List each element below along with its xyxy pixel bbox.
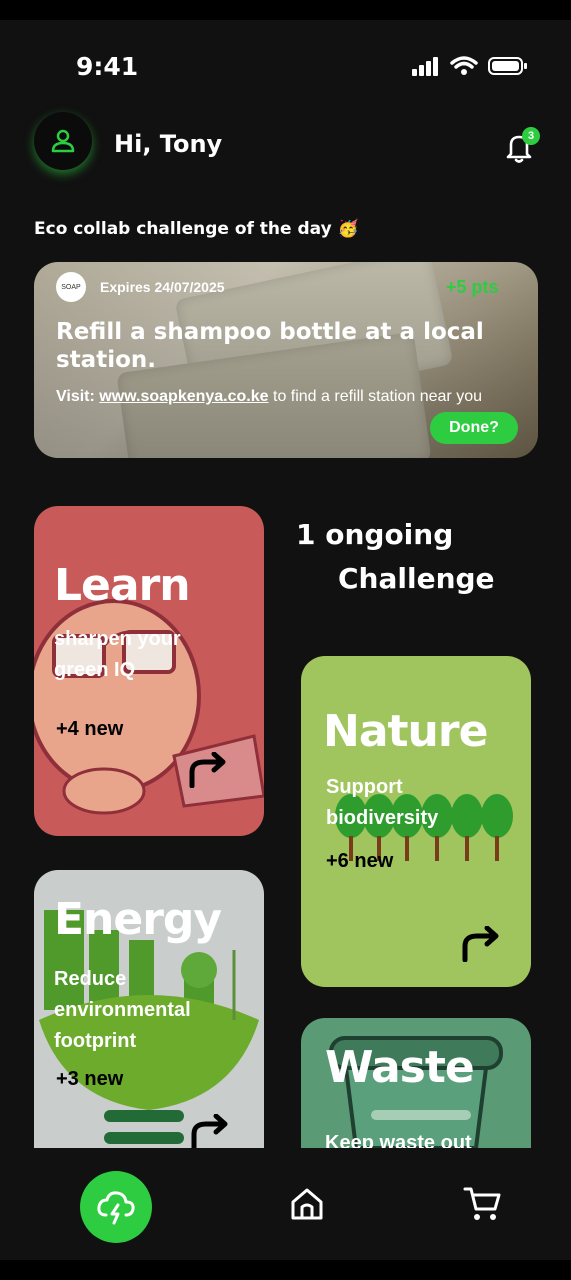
home-icon[interactable] [288,1185,326,1223]
app-screen: 9:41 Hi, Tony 3 Eco collab challenge of … [0,20,571,1260]
nav-eco-action-button[interactable] [80,1171,152,1243]
visit-label: Visit: [56,388,100,405]
category-card-learn[interactable]: Learn sharpen your green IQ +4 new [34,506,264,836]
section-title: Eco collab challenge of the day 🥳 [34,219,359,239]
notification-badge: 3 [522,127,540,145]
wifi-icon [450,56,478,75]
avatar-button[interactable] [34,112,92,170]
battery-icon [488,57,527,75]
brand-logo: SOAP [56,272,86,302]
eco-action-icon [97,1191,135,1225]
category-new-count: +6 new [326,850,394,872]
category-title: Nature [323,706,488,757]
category-subtitle: Support biodiversity [326,776,439,829]
category-title: Learn [54,560,191,611]
cart-icon[interactable] [462,1183,502,1223]
user-icon [51,129,75,153]
category-card-waste[interactable]: Waste Keep waste out [301,1018,531,1148]
daily-challenge-card[interactable]: SOAP Expires 24/07/2025 +5 pts Refill a … [34,262,538,458]
category-title: Energy [54,894,222,945]
category-subtitle: sharpen your green IQ [54,628,181,681]
forward-arrow-icon[interactable] [186,1114,230,1148]
signal-icon [412,57,438,76]
points-badge: +5 pts [446,277,499,297]
done-button[interactable]: Done? [430,412,518,444]
category-new-count: +3 new [56,1068,124,1090]
challenge-desc-suffix: to find a refill station near you [268,388,482,405]
status-time: 9:41 [76,52,139,81]
forward-arrow-icon[interactable] [457,926,501,962]
category-card-energy[interactable]: Energy Reduce environmental footprint +3… [34,870,264,1148]
category-card-nature[interactable]: Nature Support biodiversity +6 new [301,656,531,987]
forward-arrow-icon[interactable] [184,752,228,788]
category-title: Waste [325,1042,475,1093]
category-new-count: +4 new [56,718,124,740]
ongoing-label[interactable]: Challenge [338,562,495,595]
category-subtitle: Keep waste out [325,1132,472,1148]
category-subtitle: Reduce environmental footprint [54,968,191,1052]
challenge-title: Refill a shampoo bottle at a local stati… [56,319,484,373]
greeting-text: Hi, Tony [114,130,223,158]
expiry-date: Expires 24/07/2025 [100,279,225,295]
challenge-link[interactable]: www.soapkenya.co.ke [99,388,268,405]
challenge-description: Visit: www.soapkenya.co.ke to find a ref… [56,385,496,409]
ongoing-count[interactable]: 1 ongoing [296,518,453,551]
status-icons [410,56,528,76]
